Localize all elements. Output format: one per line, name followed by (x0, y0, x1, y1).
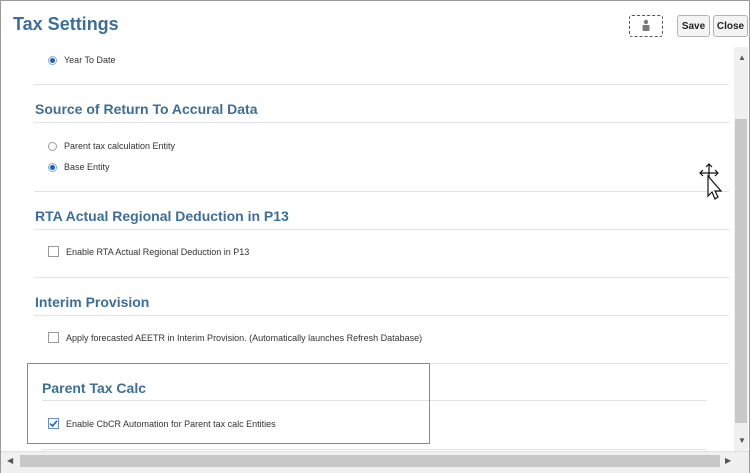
divider (34, 277, 729, 278)
radio-parent-tax-calculation-entity[interactable]: Parent tax calculation Entity (48, 141, 175, 151)
horizontal-scrollbar[interactable]: ◀ ▶ (1, 451, 749, 473)
divider (34, 229, 729, 230)
scroll-right-arrow-icon[interactable]: ▶ (725, 456, 731, 465)
checkbox[interactable] (48, 246, 59, 257)
personalize-icon[interactable] (629, 15, 663, 37)
radio-label: Base Entity (64, 162, 110, 172)
settings-content: Year To Date Source of Return To Accural… (1, 47, 734, 451)
section-title-source: Source of Return To Accural Data (35, 101, 258, 117)
scroll-down-arrow-icon[interactable]: ▼ (738, 436, 746, 445)
horizontal-scroll-thumb[interactable] (20, 455, 720, 467)
tax-settings-window: Tax Settings Save Close Year To Date Sou… (0, 0, 750, 473)
radio-button[interactable] (48, 162, 57, 172)
radio-button[interactable] (48, 55, 57, 65)
checkbox-label: Apply forecasted AEETR in Interim Provis… (66, 332, 423, 343)
scroll-left-arrow-icon[interactable]: ◀ (7, 456, 13, 465)
checkbox-label: Enable RTA Actual Regional Deduction in … (66, 246, 250, 257)
move-cursor-icon (699, 163, 722, 200)
checkbox-apply-forecasted-aeetr[interactable]: Apply forecasted AEETR in Interim Provis… (48, 332, 422, 343)
divider (34, 84, 729, 85)
divider (34, 122, 729, 123)
divider (34, 191, 729, 192)
radio-button[interactable] (48, 141, 57, 151)
section-title-interim: Interim Provision (35, 294, 150, 310)
divider (34, 315, 729, 316)
checkbox[interactable] (48, 332, 59, 343)
radio-label: Year To Date (64, 55, 116, 65)
scroll-up-arrow-icon[interactable]: ▲ (738, 53, 746, 62)
checkbox-enable-rta[interactable]: Enable RTA Actual Regional Deduction in … (48, 246, 249, 257)
parent-tax-calc-highlight (27, 363, 430, 444)
close-button[interactable]: Close (713, 15, 748, 37)
vertical-scrollbar[interactable]: ▲ ▼ (734, 47, 748, 451)
save-button[interactable]: Save (677, 15, 710, 37)
radio-year-to-date[interactable]: Year To Date (48, 55, 116, 65)
section-title-rta: RTA Actual Regional Deduction in P13 (35, 208, 289, 224)
vertical-scroll-thumb[interactable] (735, 119, 747, 423)
header: Tax Settings Save Close (1, 1, 749, 47)
radio-label: Parent tax calculation Entity (64, 141, 176, 151)
divider (42, 449, 707, 450)
radio-base-entity[interactable]: Base Entity (48, 162, 110, 172)
page-title: Tax Settings (13, 14, 119, 34)
